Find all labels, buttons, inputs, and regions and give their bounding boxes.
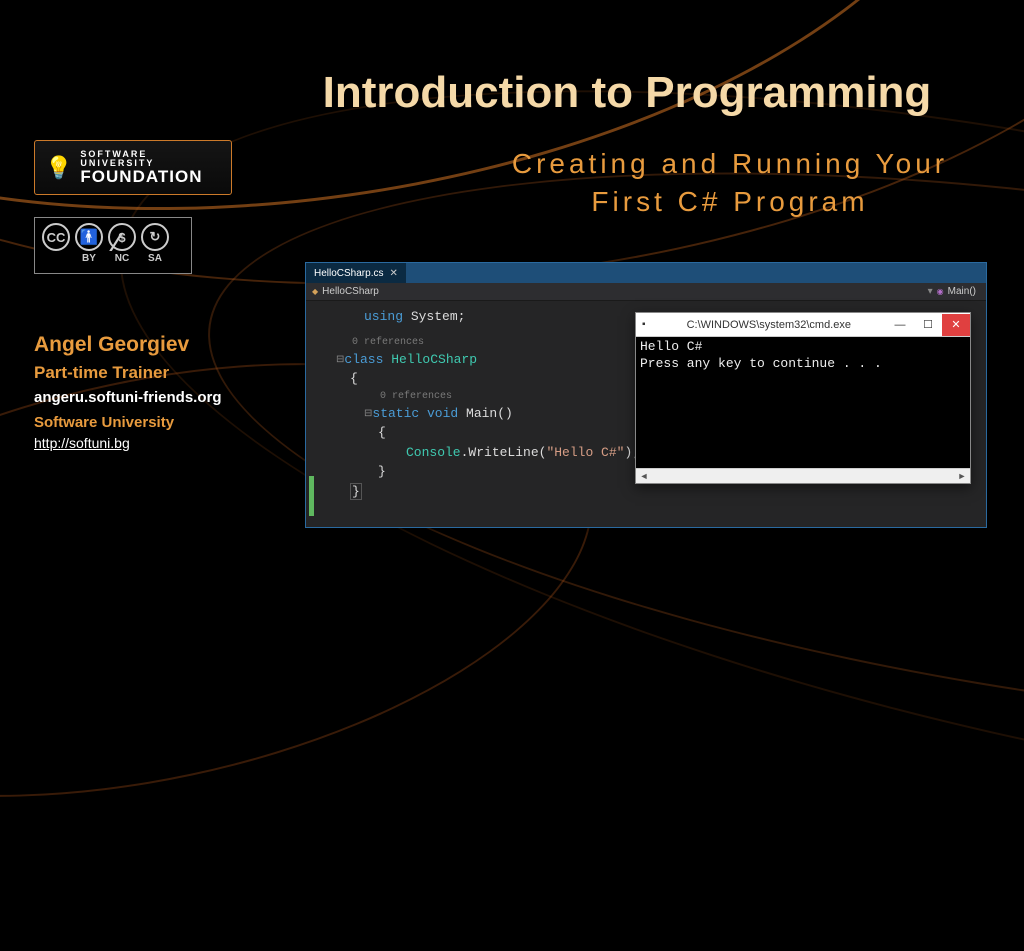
console-title-text: C:\WINDOWS\system32\cmd.exe [652, 319, 886, 331]
maximize-button[interactable]: ☐ [914, 314, 942, 336]
cc-license-badge: CC 🚹 $⁄ ↻ BY NC SA [34, 217, 192, 274]
change-marker [309, 476, 314, 516]
tab-filename: HelloCSharp.cs [314, 268, 383, 279]
editor-tab[interactable]: HelloCSharp.cs ✕ [306, 263, 406, 283]
close-button[interactable]: ✕ [942, 314, 970, 336]
method-icon: ◉ [937, 287, 944, 296]
editor-tab-bar: HelloCSharp.cs ✕ [306, 263, 986, 283]
author-role: Part-time Trainer [34, 363, 284, 383]
collapse-icon[interactable]: ⊟ [336, 355, 344, 366]
foundation-logo: 💡 SOFTWARE UNIVERSITY FOUNDATION [34, 140, 232, 195]
by-label: BY [75, 253, 103, 264]
author-name: Angel Georgiev [34, 333, 284, 357]
nav-method-dropdown[interactable]: ▾ ◉ Main() [928, 286, 986, 297]
nc-label: NC [108, 253, 136, 264]
scroll-left-icon[interactable]: ◄ [636, 471, 652, 481]
sa-icon: ↻ [141, 223, 169, 251]
console-window: ▪ C:\WINDOWS\system32\cmd.exe ― ☐ ✕ Hell… [635, 312, 971, 484]
collapse-icon[interactable]: ⊟ [364, 409, 372, 420]
nav-class-dropdown[interactable]: ◆ HelloCSharp [306, 286, 928, 297]
close-icon[interactable]: ✕ [389, 268, 397, 279]
slide-title: Introduction to Programming [270, 68, 984, 118]
class-icon: ◆ [312, 287, 318, 296]
author-org-url[interactable]: http://softuni.bg [34, 435, 284, 451]
editor-nav-bar: ◆ HelloCSharp ▾ ◉ Main() [306, 283, 986, 301]
logo-top-text: SOFTWARE UNIVERSITY [80, 150, 221, 168]
logo-bottom-text: FOUNDATION [80, 168, 221, 185]
sa-label: SA [141, 253, 169, 264]
slide-subtitle: Creating and Running Your First C# Progr… [490, 145, 970, 221]
author-site: angeru.softuni-friends.org [34, 389, 284, 406]
author-info: Angel Georgiev Part-time Trainer angeru.… [34, 333, 284, 451]
nc-icon: $⁄ [108, 223, 136, 251]
cmd-icon: ▪ [636, 319, 652, 330]
console-output[interactable]: Hello C# Press any key to continue . . . [636, 337, 970, 468]
minimize-button[interactable]: ― [886, 314, 914, 336]
by-icon: 🚹 [75, 223, 103, 251]
cc-icon: CC [42, 223, 70, 251]
author-org: Software University [34, 414, 284, 431]
scroll-right-icon[interactable]: ► [954, 471, 970, 481]
lightbulb-icon: 💡 [45, 155, 72, 181]
console-scrollbar[interactable]: ◄ ► [636, 468, 970, 483]
console-titlebar[interactable]: ▪ C:\WINDOWS\system32\cmd.exe ― ☐ ✕ [636, 313, 970, 337]
